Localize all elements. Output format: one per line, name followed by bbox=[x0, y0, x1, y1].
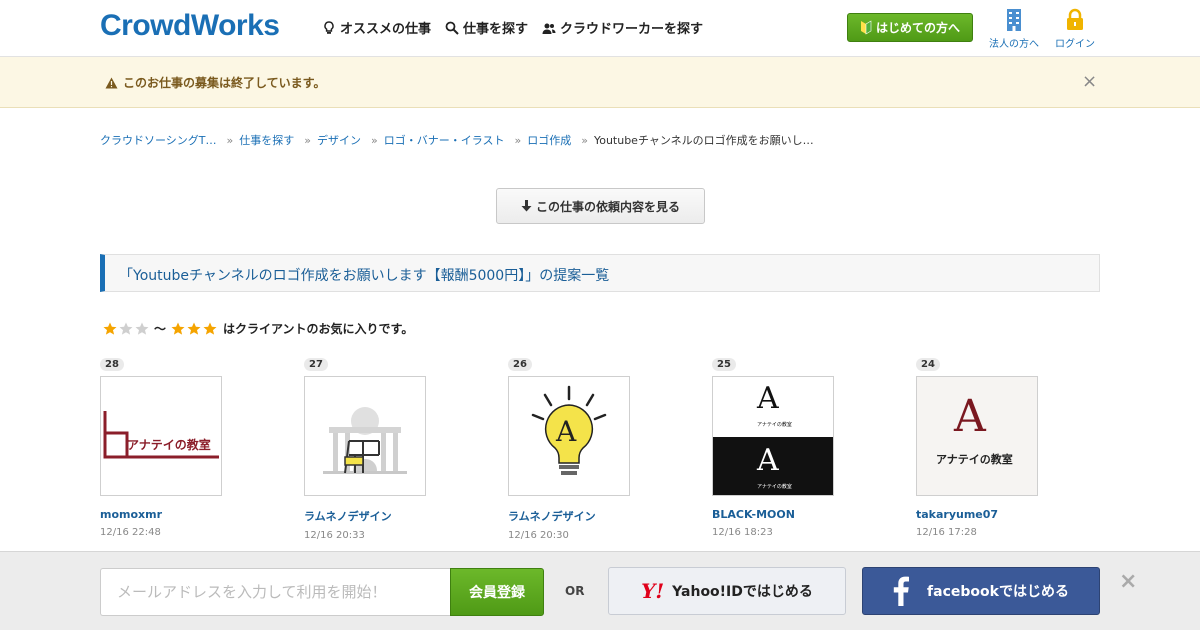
proposal-logo-text: A bbox=[954, 391, 986, 442]
proposal-logo-text: A bbox=[757, 381, 779, 416]
register-button[interactable]: 会員登録 bbox=[450, 568, 544, 616]
proposal-date: 12/16 17:28 bbox=[916, 527, 977, 538]
proposal-thumbnail[interactable]: アナテイの教室 bbox=[100, 376, 222, 496]
proposal-username[interactable]: ラムネノデザイン bbox=[304, 508, 464, 524]
breadcrumb: クラウドソーシングT… » 仕事を探す » デザイン » ロゴ・バナー・イラスト… bbox=[100, 132, 814, 148]
facebook-login-button[interactable]: facebookではじめる bbox=[862, 567, 1100, 615]
corporate-link[interactable]: 法人の方へ bbox=[989, 8, 1039, 50]
facebook-icon bbox=[893, 576, 910, 606]
star-filled-icon bbox=[171, 322, 185, 335]
breadcrumb-separator: » bbox=[581, 133, 588, 147]
star-filled-icon bbox=[203, 322, 217, 335]
proposal-number: 28 bbox=[100, 358, 124, 371]
breadcrumb-separator: » bbox=[304, 133, 311, 147]
yahoo-login-button[interactable]: Y! Yahoo!IDではじめる bbox=[608, 567, 846, 615]
nav-find-workers-label: クラウドワーカーを探す bbox=[560, 22, 704, 37]
proposal-username[interactable]: takaryume07 bbox=[916, 508, 1076, 521]
yahoo-logo-icon: Y! bbox=[641, 579, 665, 603]
signup-bar-close-icon[interactable]: × bbox=[1119, 569, 1137, 594]
proposal-logo-subtext: アナテイの教室 bbox=[757, 422, 792, 428]
breadcrumb-separator: » bbox=[370, 133, 378, 147]
star-empty-icon bbox=[135, 322, 149, 335]
login-link[interactable]: ログイン bbox=[1055, 8, 1095, 50]
breadcrumb-item-design[interactable]: デザイン bbox=[317, 132, 361, 148]
proposal-thumbnail[interactable]: A アナテイの教室 A アナテイの教室 bbox=[712, 376, 834, 496]
login-label: ログイン bbox=[1055, 39, 1095, 50]
breadcrumb-item-logo-banner[interactable]: ロゴ・バナー・イラスト bbox=[384, 132, 505, 148]
star-empty-icon bbox=[119, 322, 133, 335]
breadcrumb-item-find-jobs[interactable]: 仕事を探す bbox=[239, 132, 294, 148]
proposal-date: 12/16 20:30 bbox=[508, 530, 569, 541]
proposal-number: 26 bbox=[508, 358, 532, 371]
proposal-list-title: 「Youtubeチャンネルのロゴ作成をお願いします【報酬5000円】」の提案一覧 bbox=[100, 254, 1100, 292]
proposal-number: 25 bbox=[712, 358, 736, 371]
lightbulb-icon bbox=[324, 20, 334, 34]
proposal-username[interactable]: ラムネノデザイン bbox=[508, 508, 668, 524]
proposal-thumbnail[interactable] bbox=[304, 376, 426, 496]
site-header: CrowdWorks オススメの仕事 仕事を探す クラウドワーカーを探す はじめ… bbox=[0, 0, 1200, 57]
first-time-button[interactable]: はじめての方へ bbox=[847, 13, 973, 42]
nav-recommended-jobs[interactable]: オススメの仕事 bbox=[322, 18, 431, 37]
nav-find-workers[interactable]: クラウドワーカーを探す bbox=[542, 18, 703, 37]
breadcrumb-current: Youtubeチャンネルのロゴ作成をお願いし… bbox=[593, 134, 814, 147]
proposal-logo-text: アナテイの教室 bbox=[127, 438, 211, 452]
arrow-down-icon bbox=[521, 200, 532, 212]
building-icon bbox=[1007, 9, 1021, 31]
lock-icon bbox=[1067, 8, 1083, 30]
proposal-card: 27 ラムネノデザイン 12/16 20:33 bbox=[304, 352, 464, 541]
facebook-login-label: facebookではじめる bbox=[927, 584, 1069, 600]
users-icon bbox=[542, 23, 556, 34]
proposal-thumbnail[interactable]: A bbox=[508, 376, 630, 496]
nav-find-jobs-label: 仕事を探す bbox=[463, 22, 529, 37]
corporate-label: 法人の方へ bbox=[989, 39, 1039, 50]
star-filled-icon bbox=[103, 322, 117, 335]
view-job-label: この仕事の依頼内容を見る bbox=[535, 199, 680, 214]
nav-find-jobs[interactable]: 仕事を探す bbox=[445, 18, 528, 37]
crowdworks-logo[interactable]: CrowdWorks bbox=[100, 9, 280, 43]
proposal-card: 25 A アナテイの教室 A アナテイの教室 BLACK-MOON 12/16 … bbox=[712, 352, 872, 538]
proposal-date: 12/16 22:48 bbox=[100, 527, 161, 538]
proposal-logo-subtext: アナテイの教室 bbox=[936, 453, 1013, 466]
breadcrumb-separator: » bbox=[226, 133, 234, 147]
proposal-logo-image bbox=[323, 407, 407, 474]
breadcrumb-item-top[interactable]: クラウドソーシングT… bbox=[100, 132, 217, 148]
search-icon bbox=[445, 21, 459, 35]
proposal-logo-text: A bbox=[757, 443, 779, 478]
proposal-logo-text: A bbox=[556, 415, 577, 448]
star-filled-icon bbox=[187, 322, 201, 335]
view-job-button[interactable]: この仕事の依頼内容を見る bbox=[496, 188, 705, 224]
proposal-number: 24 bbox=[916, 358, 940, 371]
main-nav: オススメの仕事 仕事を探す クラウドワーカーを探す bbox=[322, 18, 703, 37]
proposal-card: 24 A アナテイの教室 takaryume07 12/16 17:28 bbox=[916, 352, 1076, 538]
notice-close-icon[interactable]: × bbox=[1082, 71, 1097, 92]
warning-icon bbox=[105, 77, 118, 88]
proposal-logo-subtext: アナテイの教室 bbox=[757, 484, 792, 490]
proposal-card: 26 A ラムネノデザイン 12/16 20:30 bbox=[508, 352, 668, 541]
breadcrumb-item-logo[interactable]: ロゴ作成 bbox=[527, 132, 571, 148]
breadcrumb-separator: » bbox=[514, 133, 522, 147]
favorite-legend: 〜 はクライアントのお気に入りです。 bbox=[103, 320, 413, 337]
or-divider: OR bbox=[565, 584, 585, 598]
yahoo-login-label: Yahoo!IDではじめる bbox=[672, 584, 813, 600]
proposal-thumbnail[interactable]: A アナテイの教室 bbox=[916, 376, 1038, 496]
notice-text: このお仕事の募集は終了しています。 bbox=[123, 76, 326, 90]
beginner-mark-icon bbox=[860, 20, 872, 35]
proposal-date: 12/16 18:23 bbox=[712, 527, 773, 538]
nav-recommended-label: オススメの仕事 bbox=[340, 22, 432, 37]
notice-message: このお仕事の募集は終了しています。 bbox=[105, 74, 325, 91]
proposal-username[interactable]: momoxmr bbox=[100, 508, 260, 521]
closed-notice: このお仕事の募集は終了しています。 × bbox=[0, 57, 1200, 108]
email-input[interactable] bbox=[100, 568, 451, 616]
favorite-legend-separator: 〜 bbox=[154, 322, 167, 336]
first-time-label: はじめての方へ bbox=[875, 21, 960, 35]
favorite-legend-text: はクライアントのお気に入りです。 bbox=[223, 322, 414, 336]
proposal-username[interactable]: BLACK-MOON bbox=[712, 508, 872, 521]
proposal-card: 28 アナテイの教室 momoxmr 12/16 22:48 bbox=[100, 352, 260, 538]
proposal-number: 27 bbox=[304, 358, 328, 371]
proposal-date: 12/16 20:33 bbox=[304, 530, 365, 541]
